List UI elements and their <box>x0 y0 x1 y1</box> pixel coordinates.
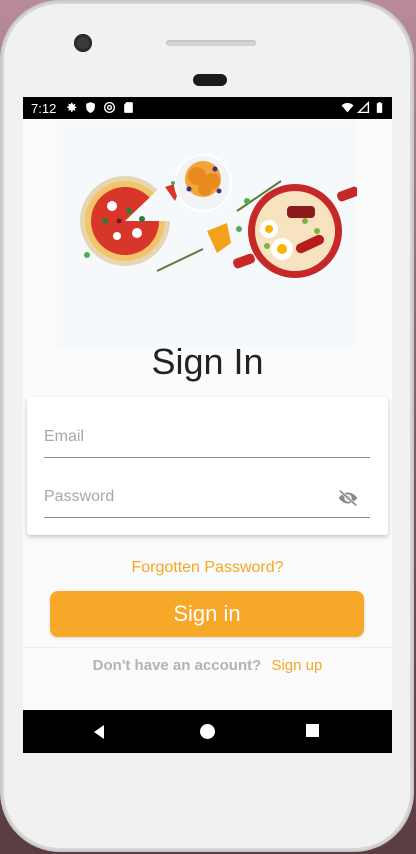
divider <box>23 647 392 648</box>
pancakes-illustration <box>174 154 232 212</box>
page-title: Sign In <box>151 341 264 382</box>
status-icons-left <box>65 101 135 114</box>
password-field[interactable] <box>44 477 370 518</box>
android-nav-bar <box>23 710 392 753</box>
forgot-password-link[interactable]: Forgotten Password? <box>23 559 392 577</box>
gear-icon <box>67 102 77 112</box>
sd-card-icon <box>124 102 133 113</box>
eye-off-icon[interactable] <box>337 487 359 509</box>
email-field[interactable] <box>44 417 370 458</box>
battery-icon <box>376 102 383 113</box>
login-form-card <box>27 397 388 535</box>
sign-in-button[interactable]: Sign in <box>50 591 364 637</box>
cell-signal-icon <box>357 101 370 114</box>
wifi-icon <box>341 102 354 113</box>
no-account-text: Don't have an account? <box>92 657 262 674</box>
app-screen: 7:12 Sign In Email Forgotten Password? S… <box>23 97 392 753</box>
shield-icon <box>86 102 95 113</box>
recents-icon[interactable] <box>306 724 319 737</box>
food-illustration <box>57 121 357 347</box>
status-time: 7:12 <box>31 101 57 116</box>
back-icon[interactable] <box>91 724 107 740</box>
status-icons-right <box>341 101 386 114</box>
front-camera <box>74 34 92 52</box>
earpiece-speaker <box>166 40 256 46</box>
proximity-sensor <box>193 74 227 86</box>
sign-up-link[interactable]: Sign up <box>271 657 322 674</box>
at-sign-icon <box>103 101 116 114</box>
signup-row: Don't have an account? Sign up <box>23 657 392 674</box>
status-bar: 7:12 <box>23 97 392 119</box>
home-icon[interactable] <box>200 724 215 739</box>
